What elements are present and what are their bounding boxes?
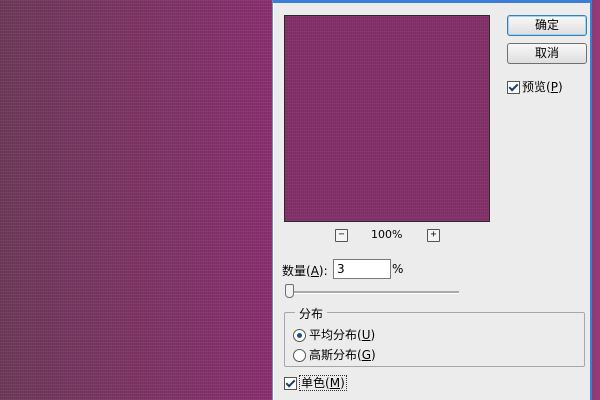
slider-thumb[interactable] xyxy=(285,284,294,298)
radio-gaussian-icon[interactable] xyxy=(293,349,306,362)
zoom-in-button[interactable]: + xyxy=(427,229,440,242)
radio-gaussian[interactable]: 高斯分布(G) xyxy=(293,346,376,363)
preview-check-icon[interactable] xyxy=(507,81,520,94)
add-noise-dialog: − 100% + 确定 取消 预览(P) 数量(A): % 分布 平均分布(U)… xyxy=(272,0,591,400)
radio-uniform-label: 平均分布 xyxy=(309,328,358,342)
radio-uniform-icon[interactable] xyxy=(293,329,306,342)
preview-accel: P xyxy=(550,80,558,94)
monochrome-check-icon[interactable] xyxy=(284,377,297,390)
background-edge xyxy=(590,0,600,400)
amount-slider[interactable] xyxy=(285,284,459,301)
ok-button[interactable]: 确定 xyxy=(507,15,587,36)
image-canvas xyxy=(0,0,272,400)
radio-gaussian-label: 高斯分布 xyxy=(309,348,358,362)
preview-zoom-controls: − 100% + xyxy=(335,228,445,244)
zoom-level: 100% xyxy=(371,228,403,241)
slider-track[interactable] xyxy=(287,291,459,294)
filter-preview[interactable] xyxy=(284,15,490,222)
monochrome-label: 单色(M) xyxy=(299,375,347,391)
preview-checkbox[interactable]: 预览(P) xyxy=(507,78,563,95)
monochrome-checkbox[interactable]: 单色(M) xyxy=(284,374,347,391)
zoom-out-button[interactable]: − xyxy=(335,229,348,242)
cancel-button[interactable]: 取消 xyxy=(507,43,587,64)
distribution-title: 分布 xyxy=(295,305,328,322)
distribution-group: 分布 平均分布(U) 高斯分布(G) xyxy=(284,305,585,367)
amount-label: 数量(A): xyxy=(282,264,328,278)
amount-unit: % xyxy=(392,262,404,276)
preview-label: 预览 xyxy=(522,80,547,94)
amount-input[interactable] xyxy=(333,259,391,279)
radio-uniform[interactable]: 平均分布(U) xyxy=(293,326,375,343)
